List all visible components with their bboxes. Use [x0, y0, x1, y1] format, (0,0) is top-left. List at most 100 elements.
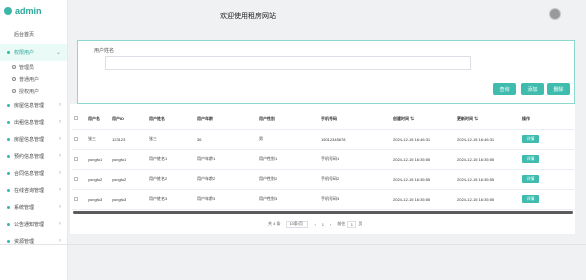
group-icon [7, 155, 10, 158]
sidebar-group-rental-info[interactable]: 出租信息管理 ‹ [0, 114, 67, 131]
table-cell: yongfu1 [86, 149, 110, 170]
app-logo[interactable]: admin [0, 0, 67, 22]
row-checkbox-cell[interactable] [72, 169, 86, 190]
sidebar-group-notice[interactable]: 公告通知管理 ‹ [0, 216, 67, 233]
sidebar-group-house-info-2[interactable]: 房屋信息管理 ‹ [0, 131, 67, 148]
delete-button[interactable]: 删除 [547, 83, 570, 95]
logo-icon [4, 7, 12, 15]
sidebar-subitem-label: 授权用户 [19, 88, 40, 95]
page-title: 欢迎使用租房网站 [220, 13, 276, 20]
sidebar-subitem-auth-user[interactable]: 授权用户 [0, 85, 67, 97]
sidebar-group-contract[interactable]: 合同信息管理 ‹ [0, 165, 67, 182]
prev-page-button[interactable]: ‹ [314, 222, 315, 227]
sidebar-group-label: 房屋信息管理 [14, 137, 45, 143]
avatar[interactable] [549, 8, 561, 20]
query-button[interactable]: 查询 [493, 83, 516, 95]
chevron-left-icon: ‹ [59, 204, 61, 210]
action-cell: 详情 [520, 129, 574, 150]
table-cell: 36 [195, 129, 257, 150]
table-cell: 用户姓名1 [147, 149, 195, 170]
sidebar-group-system[interactable]: 系统管理 ‹ [0, 199, 67, 216]
chevron-left-icon: ‹ [59, 153, 61, 159]
select-all-checkbox[interactable] [72, 109, 86, 130]
table-cell: 2024-12-15 16:46:31 [455, 129, 520, 150]
next-page-button[interactable]: › [330, 222, 331, 227]
sort-icon[interactable]: ⇅ [410, 116, 414, 121]
chevron-left-icon: ‹ [59, 119, 61, 125]
action-cell: 详情 [520, 169, 574, 190]
user-icon [12, 89, 16, 93]
sidebar-group-label: 出租信息管理 [14, 120, 45, 126]
table-cell: 用户性别2 [257, 169, 319, 190]
table-cell: 2024-12-15 16:35:55 [455, 189, 520, 210]
sidebar-group-label: 公告通知管理 [14, 222, 45, 228]
sidebar-group-house-info[interactable]: 房屋信息管理 ‹ [0, 97, 67, 114]
search-input[interactable] [105, 56, 471, 70]
goto-label: 前往 [337, 221, 346, 226]
table-cell: 用户年龄2 [195, 169, 257, 190]
sidebar-subitem-admin[interactable]: 管理员 [0, 61, 67, 73]
user-icon [12, 65, 16, 69]
chevron-left-icon: ‹ [59, 170, 61, 176]
table-cell: 张三 [86, 129, 110, 150]
goto-suffix: 页 [358, 221, 363, 226]
detail-button[interactable]: 详情 [522, 175, 539, 183]
table-cell: 张三 [147, 129, 195, 150]
row-checkbox-cell[interactable] [72, 129, 86, 150]
table-cell: 2024-12-15 16:35:55 [455, 149, 520, 170]
table-row: yongfu3 yongfu3 用户姓名3 用户年龄3 用户性别3 手机号码3 … [72, 189, 574, 210]
table-cell: 15012345678 [319, 129, 391, 150]
table-header-row: 用户名 用户ID 用户姓名 用户年龄 用户性别 手机号码 创建时间 ⇅ 更新时间… [72, 109, 574, 130]
page-size-select[interactable]: 10条/页 [286, 220, 309, 228]
search-panel: 用户姓名 查询 添加 删除 [77, 40, 575, 104]
add-button[interactable]: 添加 [521, 83, 544, 95]
sidebar-group-appointment[interactable]: 预约信息管理 ‹ [0, 148, 67, 165]
horizontal-scrollbar[interactable] [73, 211, 573, 214]
checkbox[interactable] [74, 136, 78, 141]
row-checkbox-cell[interactable] [72, 149, 86, 170]
current-page[interactable]: 1 [322, 222, 324, 227]
goto-page-input[interactable]: 1 [347, 220, 357, 228]
column-header-label: 更新时间 [457, 115, 473, 121]
checkbox[interactable] [74, 196, 78, 201]
sidebar-group-label: 合同信息管理 [14, 171, 45, 177]
column-header-sortable[interactable]: 更新时间 ⇅ [455, 109, 520, 130]
sidebar-group-users[interactable]: 权限用户 ⌄ [0, 44, 67, 61]
chevron-left-icon: ‹ [59, 102, 61, 108]
group-icon [7, 223, 10, 226]
group-icon [7, 240, 10, 243]
chevron-down-icon: ⌄ [55, 50, 61, 56]
table-cell: yongfu1 [110, 149, 147, 170]
sidebar-subitem-normal-user[interactable]: 普通用户 [0, 73, 67, 85]
sidebar-group-label: 在线咨询管理 [14, 188, 45, 194]
sidebar-subitem-label: 管理员 [19, 64, 35, 71]
table-cell: 手机号码2 [319, 169, 391, 190]
pagination: 共 4 条 10条/页 ‹ 1 › 前往 1 页 [268, 219, 368, 229]
row-checkbox-cell[interactable] [72, 189, 86, 210]
checkbox[interactable] [74, 176, 78, 181]
checkbox[interactable] [74, 116, 78, 121]
table-cell: yongfu2 [86, 169, 110, 190]
detail-button[interactable]: 详情 [522, 135, 539, 143]
checkbox[interactable] [74, 156, 78, 161]
table-cell: yongfu3 [86, 189, 110, 210]
table-cell: 2024-12-15 16:46:31 [391, 129, 455, 150]
table-cell: 2024-12-15 16:35:55 [391, 189, 455, 210]
table-cell: 男 [257, 129, 319, 150]
sidebar-group-resource[interactable]: 资源管理 ‹ [0, 233, 67, 250]
column-header: 用户姓名 [147, 109, 195, 130]
sidebar-group-consult[interactable]: 在线咨询管理 ‹ [0, 182, 67, 199]
data-table: 用户名 用户ID 用户姓名 用户年龄 用户性别 手机号码 创建时间 ⇅ 更新时间… [72, 109, 574, 210]
group-icon [7, 121, 10, 124]
detail-button[interactable]: 详情 [522, 195, 539, 203]
detail-button[interactable]: 详情 [522, 155, 539, 163]
table-cell: 用户姓名3 [147, 189, 195, 210]
column-header-sortable[interactable]: 创建时间 ⇅ [391, 109, 455, 130]
table-row: yongfu1 yongfu1 用户姓名1 用户年龄1 用户性别1 手机号码1 … [72, 149, 574, 170]
sidebar-item-home[interactable]: 后台首页 [0, 24, 67, 44]
column-header: 用户名 [86, 109, 110, 130]
pagination-total: 共 4 条 [268, 221, 281, 226]
sort-icon[interactable]: ⇅ [474, 116, 478, 121]
sidebar-subitem-label: 普通用户 [19, 76, 40, 83]
table-cell: 123123 [110, 129, 147, 150]
